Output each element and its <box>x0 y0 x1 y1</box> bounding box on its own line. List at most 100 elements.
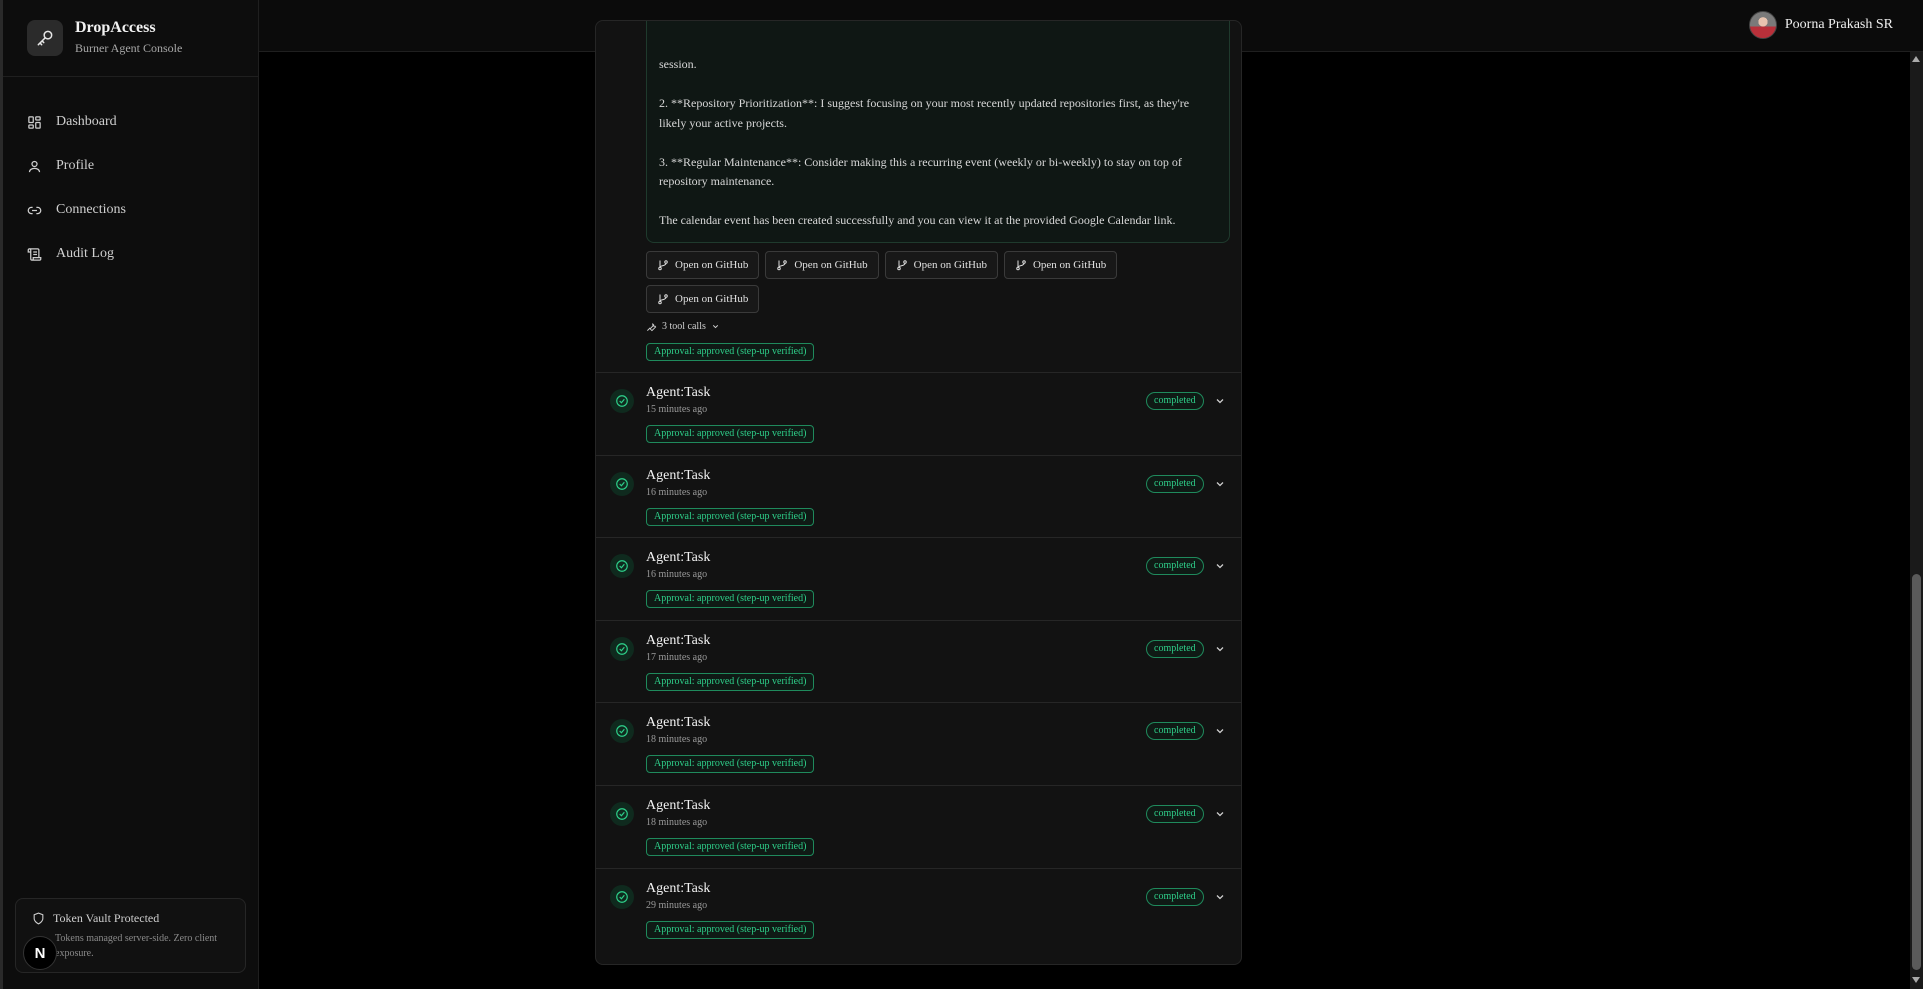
status-badge: completed <box>1146 474 1204 493</box>
approval-badge: Approval: approved (step-up verified) <box>646 425 815 443</box>
sidebar-item-label: Profile <box>56 158 95 173</box>
chevron-down-icon[interactable] <box>1214 395 1226 407</box>
chevron-down-icon[interactable] <box>1214 725 1226 737</box>
task-time: 29 minutes ago <box>646 899 708 911</box>
sidebar-item-audit-log[interactable]: Audit Log <box>27 232 126 276</box>
link-icon <box>27 206 42 214</box>
user-icon <box>28 160 41 172</box>
status-badge: completed <box>1146 639 1204 658</box>
check-circle-icon <box>610 801 634 826</box>
tool-calls-label: 3 tool calls <box>662 321 706 332</box>
task-time: 16 minutes ago <box>646 569 708 581</box>
sidebar-item-profile[interactable]: Profile <box>27 144 126 188</box>
vault-description: Tokens managed server-side. Zero client … <box>55 933 218 959</box>
task-row[interactable]: Agent:Task 17 minutes ago Approval: appr… <box>596 619 1241 703</box>
response-paragraph: The calendar event has been created succ… <box>659 213 1176 227</box>
vault-title: Token Vault Protected <box>53 911 160 925</box>
task-title: Agent:Task <box>646 385 711 400</box>
open-on-github-button[interactable]: Open on GitHub <box>646 251 760 279</box>
task-row[interactable]: Agent:Task 16 minutes ago Approval: appr… <box>596 537 1241 620</box>
check-circle-icon <box>610 719 634 744</box>
nextjs-dev-badge[interactable]: N <box>23 936 57 970</box>
task-row[interactable]: Agent:Task 18 minutes ago Approval: appr… <box>596 784 1241 868</box>
user-menu[interactable]: Poorna Prakash SR <box>1748 11 1893 39</box>
approval-badge: Approval: approved (step-up verified) <box>646 507 815 526</box>
check-circle-icon <box>610 471 634 496</box>
approval-badge: Approval: approved (step-up verified) <box>646 590 815 609</box>
git-branch-icon <box>1016 260 1026 271</box>
status-badge: completed <box>1146 804 1204 823</box>
task-title: Agent:Task <box>646 467 711 483</box>
button-label: Open on GitHub <box>1032 259 1107 271</box>
button-label: Open on GitHub <box>913 259 987 271</box>
task-time: 15 minutes ago <box>646 404 708 415</box>
task-list: Agent:Task 15 minutes ago Approval: appr… <box>596 372 1241 951</box>
git-branch-icon <box>777 260 788 271</box>
sidebar-item-label: Dashboard <box>56 114 117 129</box>
button-label: Open on GitHub <box>675 293 749 305</box>
response-paragraph: 3. **Regular Maintenance**: Consider mak… <box>659 154 1182 189</box>
brand-title: DropAccess <box>75 19 156 36</box>
response-paragraph: 2. **Repository Prioritization**: I sugg… <box>659 96 1190 130</box>
button-label: Open on GitHub <box>675 259 749 271</box>
scroll-up-arrow-icon[interactable] <box>1912 56 1920 62</box>
task-time: 16 minutes ago <box>646 486 708 498</box>
task-row[interactable]: Agent:Task 16 minutes ago Approval: appr… <box>596 454 1241 538</box>
task-time: 18 minutes ago <box>646 734 708 746</box>
sidebar-item-connections[interactable]: Connections <box>27 188 126 232</box>
approval-badge: Approval: approved (step-up verified) <box>646 920 815 939</box>
task-time: 17 minutes ago <box>646 651 708 663</box>
open-on-github-button[interactable]: Open on GitHub <box>884 251 998 279</box>
sidebar: DropAccess Burner Agent Console Dashboar… <box>0 0 259 989</box>
task-title: Agent:Task <box>646 715 711 731</box>
task-title: Agent:Task <box>646 797 711 813</box>
chevron-down-icon[interactable] <box>1214 478 1226 490</box>
approval-badge: Approval: approved (step-up verified) <box>646 755 815 774</box>
chevron-down-icon <box>712 325 718 329</box>
status-badge: completed <box>1146 722 1204 741</box>
open-on-github-button[interactable]: Open on GitHub <box>765 251 879 279</box>
agent-response: session. 2. **Repository Prioritization*… <box>646 21 1230 243</box>
key-icon <box>27 19 63 56</box>
task-row[interactable]: Agent:Task 29 minutes ago Approval: appr… <box>596 867 1241 951</box>
task-title: Agent:Task <box>646 632 711 648</box>
open-on-github-button[interactable]: Open on GitHub <box>646 285 760 313</box>
brand-subtitle: Burner Agent Console <box>75 41 183 55</box>
task-title: Agent:Task <box>646 880 711 896</box>
tool-calls-toggle[interactable]: 3 tool calls <box>646 321 725 332</box>
chevron-down-icon[interactable] <box>1214 643 1226 655</box>
task-row[interactable]: Agent:Task 18 minutes ago Approval: appr… <box>596 702 1241 785</box>
avatar <box>1748 11 1777 39</box>
sidebar-item-dashboard[interactable]: Dashboard <box>27 100 126 144</box>
scroll-down-arrow-icon[interactable] <box>1912 977 1920 983</box>
shield-icon <box>33 912 44 925</box>
chevron-down-icon[interactable] <box>1214 891 1226 903</box>
user-name: Poorna Prakash SR <box>1784 17 1893 32</box>
task-time: 18 minutes ago <box>646 816 708 828</box>
wrench-icon <box>647 322 657 332</box>
status-badge: completed <box>1146 392 1204 410</box>
sidebar-nav: Dashboard Profile Connections Audit Log <box>27 100 126 276</box>
open-on-github-button[interactable]: Open on GitHub <box>1003 251 1118 279</box>
response-paragraph: session. <box>659 57 697 71</box>
git-branch-icon <box>658 260 668 271</box>
github-links: Open on GitHub Open on GitHub Open on Gi… <box>646 251 1146 313</box>
brand[interactable]: DropAccess Burner Agent Console <box>27 19 182 56</box>
chevron-down-icon[interactable] <box>1214 808 1226 820</box>
sidebar-divider <box>3 76 258 77</box>
scroll-icon <box>27 247 42 261</box>
git-branch-icon <box>658 294 668 305</box>
check-circle-icon <box>610 554 634 579</box>
approval-badge: Approval: approved (step-up verified) <box>646 343 815 361</box>
activity-card: session. 2. **Repository Prioritization*… <box>595 20 1242 965</box>
task-row[interactable]: Agent:Task 15 minutes ago Approval: appr… <box>596 372 1241 455</box>
check-circle-icon <box>610 389 634 413</box>
sidebar-item-label: Connections <box>56 202 126 217</box>
sidebar-item-label: Audit Log <box>56 246 114 261</box>
scrollbar-thumb[interactable] <box>1912 574 1921 970</box>
status-badge: completed <box>1146 887 1204 906</box>
check-circle-icon <box>610 884 634 909</box>
chevron-down-icon[interactable] <box>1214 560 1226 572</box>
button-label: Open on GitHub <box>794 259 868 271</box>
approval-badge: Approval: approved (step-up verified) <box>646 837 815 856</box>
